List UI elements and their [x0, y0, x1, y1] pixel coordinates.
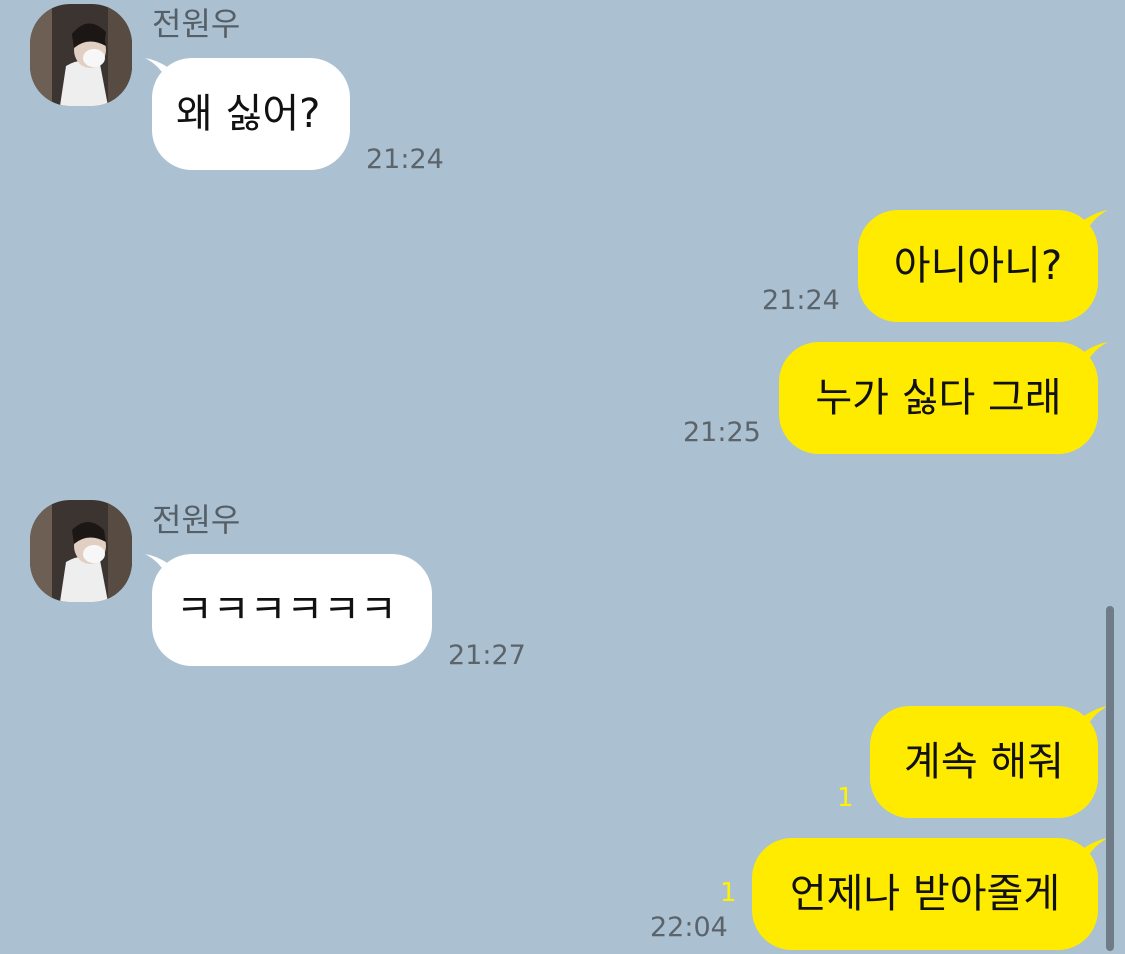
outgoing-message-bubble[interactable]: 계속 해줘: [870, 706, 1108, 818]
avatar[interactable]: [30, 4, 132, 106]
incoming-message-bubble[interactable]: 왜 싫어?: [145, 58, 350, 170]
message-text: ㅋㅋㅋㅋㅋㅋ: [176, 587, 397, 633]
message-time: 21:27: [448, 640, 526, 671]
message-text: 아니아니?: [893, 243, 1063, 289]
message-time: 21:24: [762, 285, 840, 316]
bubble-tail: [145, 58, 169, 84]
message-time: 21:25: [683, 417, 761, 448]
unread-count: 1: [837, 783, 854, 813]
bubble-tail: [145, 554, 169, 580]
message-text: 계속 해줘: [904, 739, 1064, 785]
bubble-tail: [1084, 342, 1108, 368]
message-time: 21:24: [366, 144, 444, 175]
outgoing-message-bubble[interactable]: 아니아니?: [858, 210, 1108, 322]
incoming-message-bubble[interactable]: ㅋㅋㅋㅋㅋㅋ: [145, 554, 432, 666]
message-text: 누가 싫다 그래: [815, 375, 1062, 421]
message-text: 왜 싫어?: [176, 91, 321, 137]
bubble-tail: [1084, 706, 1108, 732]
sender-name: 전원우: [152, 5, 241, 43]
scrollbar[interactable]: [1106, 606, 1114, 951]
outgoing-message-bubble[interactable]: 언제나 받아줄게: [752, 838, 1108, 950]
unread-count: 1: [720, 878, 737, 908]
outgoing-message-bubble[interactable]: 누가 싫다 그래: [779, 342, 1108, 454]
message-text: 언제나 받아줄게: [789, 871, 1061, 917]
avatar[interactable]: [30, 500, 132, 602]
bubble-tail: [1084, 210, 1108, 236]
message-time: 22:04: [650, 912, 728, 943]
bubble-tail: [1084, 838, 1108, 864]
sender-name: 전원우: [152, 501, 241, 539]
